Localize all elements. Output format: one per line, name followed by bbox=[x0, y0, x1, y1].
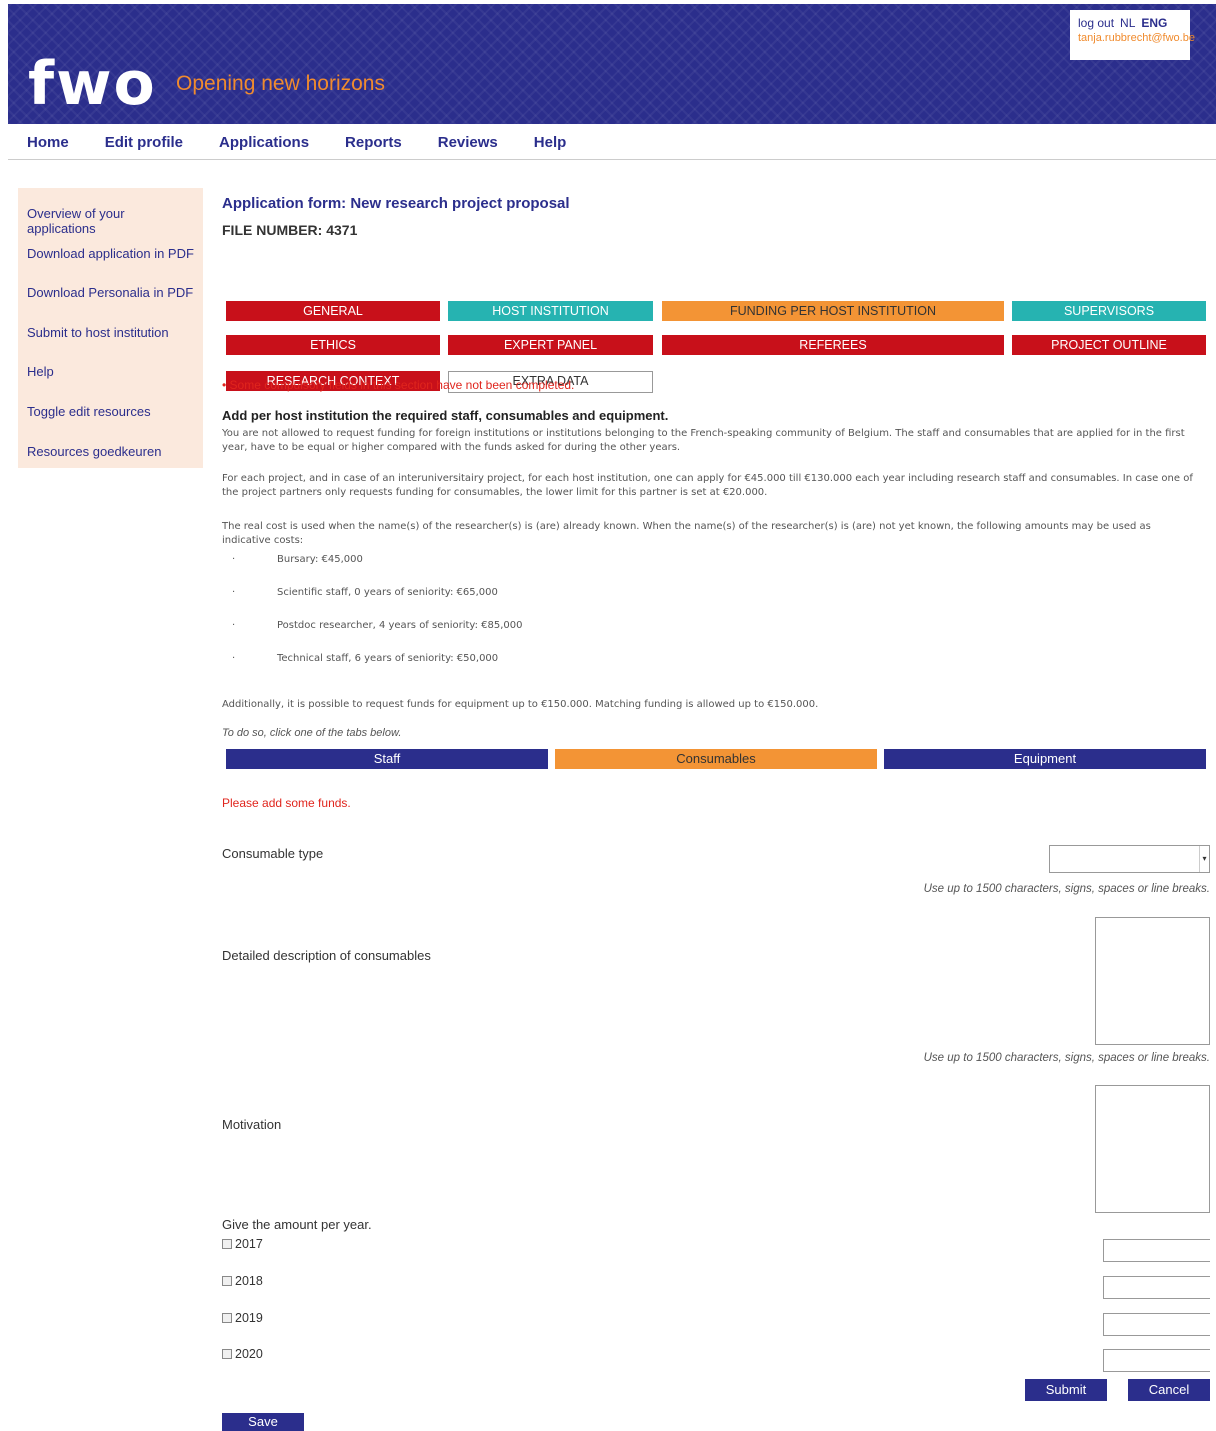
bullet-text: Scientific staff, 0 years of seniority: … bbox=[277, 587, 498, 598]
year-checkbox[interactable] bbox=[222, 1239, 232, 1249]
instructions-para-3: The real cost is used when the name(s) o… bbox=[222, 521, 1151, 546]
year-row: 2019 bbox=[222, 1311, 263, 1325]
bullet-mark: · bbox=[232, 653, 236, 664]
nav-reports[interactable]: Reports bbox=[345, 134, 402, 151]
funds-warning: Please add some funds. bbox=[222, 796, 351, 810]
sidebar-item-overview[interactable]: Overview of your applications bbox=[18, 198, 203, 238]
tab-equipment[interactable]: Equipment bbox=[884, 749, 1206, 769]
lang-nl-link[interactable]: NL bbox=[1120, 16, 1135, 30]
bullet-text: Technical staff, 6 years of seniority: €… bbox=[277, 653, 499, 664]
motivation-label: Motivation bbox=[222, 1117, 282, 1132]
user-email: tanja.rubbrecht@fwo.be bbox=[1078, 32, 1195, 44]
tab-project-outline[interactable]: PROJECT OUTLINE bbox=[1012, 335, 1206, 355]
year-label: 2019 bbox=[235, 1311, 263, 1325]
bullet-mark: · bbox=[232, 620, 236, 631]
bullet-text: Postdoc researcher, 4 years of seniority… bbox=[277, 620, 523, 631]
save-button[interactable]: Save bbox=[222, 1413, 304, 1431]
year-label: 2020 bbox=[235, 1347, 263, 1361]
user-box: log out NL ENG tanja.rubbrecht@fwo.be bbox=[1070, 10, 1195, 60]
year-label: 2018 bbox=[235, 1274, 263, 1288]
tab-host-institution[interactable]: HOST INSTITUTION bbox=[448, 301, 653, 321]
top-nav: Home Edit profile Applications Reports R… bbox=[8, 126, 1216, 160]
consumable-type-label: Consumable type bbox=[222, 846, 324, 861]
sidebar: Overview of your applications Download a… bbox=[18, 188, 203, 468]
tab-supervisors[interactable]: SUPERVISORS bbox=[1012, 301, 1206, 321]
year-row: 2017 bbox=[222, 1237, 263, 1251]
amount-input-2019[interactable] bbox=[1103, 1313, 1210, 1336]
instructions-para-1: You are not allowed to request funding f… bbox=[222, 428, 1185, 453]
bullet-text: Bursary: €45,000 bbox=[277, 554, 363, 565]
funding-tabs: Staff Consumables Equipment bbox=[226, 749, 1206, 769]
year-checkbox[interactable] bbox=[222, 1349, 232, 1359]
bullet-item: · Technical staff, 6 years of seniority: … bbox=[232, 653, 498, 664]
sidebar-item-toggle-edit[interactable]: Toggle edit resources bbox=[18, 396, 203, 436]
bullet-mark: · bbox=[232, 587, 236, 598]
bullet-item: · Postdoc researcher, 4 years of seniorit… bbox=[232, 620, 523, 631]
tab-expert-panel[interactable]: EXPERT PANEL bbox=[448, 335, 653, 355]
logo-tagline: Opening new horizons bbox=[176, 72, 385, 95]
motivation-textarea[interactable] bbox=[1095, 1085, 1210, 1213]
year-checkbox[interactable] bbox=[222, 1313, 232, 1323]
page-header: fwo Opening new horizons log out NL ENG … bbox=[8, 4, 1216, 124]
sidebar-item-submit[interactable]: Submit to host institution bbox=[18, 317, 203, 357]
nav-reviews[interactable]: Reviews bbox=[438, 134, 498, 151]
sidebar-item-help[interactable]: Help bbox=[18, 356, 203, 396]
sidebar-item-download-personalia[interactable]: Download Personalia in PDF bbox=[18, 277, 203, 317]
main-content: Application form: New research project p… bbox=[222, 195, 1210, 1431]
instructions-para-4: Additionally, it is possible to request … bbox=[222, 699, 819, 710]
nav-applications[interactable]: Applications bbox=[219, 134, 309, 151]
logo-text: fwo bbox=[28, 49, 157, 119]
instructions-para-2: For each project, and in case of an inte… bbox=[222, 473, 1193, 498]
amount-input-2020[interactable] bbox=[1103, 1349, 1210, 1372]
description-textarea[interactable] bbox=[1095, 917, 1210, 1045]
sidebar-item-resources[interactable]: Resources goedkeuren bbox=[18, 436, 203, 476]
page-title: Application form: New research project p… bbox=[222, 195, 570, 212]
consumable-type-select[interactable]: ▾ bbox=[1049, 845, 1210, 873]
description-label: Detailed description of consumables bbox=[222, 948, 431, 963]
tab-funding-per-host[interactable]: FUNDING PER HOST INSTITUTION bbox=[662, 301, 1004, 321]
cancel-button[interactable]: Cancel bbox=[1128, 1379, 1210, 1401]
sidebar-item-download-application[interactable]: Download application in PDF bbox=[18, 238, 203, 278]
bullet-item: · Scientific staff, 0 years of seniority:… bbox=[232, 587, 498, 598]
bullet-item: · Bursary: €45,000 bbox=[232, 554, 363, 565]
year-checkbox[interactable] bbox=[222, 1276, 232, 1286]
nav-edit-profile[interactable]: Edit profile bbox=[105, 134, 183, 151]
year-row: 2018 bbox=[222, 1274, 263, 1288]
tab-staff[interactable]: Staff bbox=[226, 749, 548, 769]
tab-referees[interactable]: REFEREES bbox=[662, 335, 1004, 355]
year-row: 2020 bbox=[222, 1347, 263, 1361]
instructions-heading: Add per host institution the required st… bbox=[222, 408, 669, 423]
section-warning: • Some compulsory fields in this section… bbox=[222, 378, 575, 392]
year-label: 2017 bbox=[235, 1237, 263, 1251]
nav-help[interactable]: Help bbox=[534, 134, 567, 151]
lang-eng-link[interactable]: ENG bbox=[1141, 16, 1167, 30]
tabs-note: To do so, click one of the tabs below. bbox=[222, 727, 402, 739]
fwo-logo[interactable]: fwo Opening new horizons bbox=[28, 34, 385, 119]
logout-link[interactable]: log out bbox=[1078, 16, 1114, 30]
submit-button[interactable]: Submit bbox=[1025, 1379, 1107, 1401]
file-number: FILE NUMBER: 4371 bbox=[222, 222, 358, 238]
char-limit-hint: Use up to 1500 characters, signs, spaces… bbox=[923, 883, 1210, 895]
amount-input-2018[interactable] bbox=[1103, 1276, 1210, 1299]
bullet-mark: · bbox=[232, 554, 236, 565]
dropdown-arrow-icon[interactable]: ▾ bbox=[1199, 846, 1209, 872]
tab-consumables[interactable]: Consumables bbox=[555, 749, 877, 769]
amount-heading: Give the amount per year. bbox=[222, 1217, 372, 1232]
nav-home[interactable]: Home bbox=[27, 134, 69, 151]
amount-input-2017[interactable] bbox=[1103, 1239, 1210, 1262]
char-limit-hint: Use up to 1500 characters, signs, spaces… bbox=[923, 1052, 1210, 1064]
tab-ethics[interactable]: ETHICS bbox=[226, 335, 440, 355]
tab-general[interactable]: GENERAL bbox=[226, 301, 440, 321]
